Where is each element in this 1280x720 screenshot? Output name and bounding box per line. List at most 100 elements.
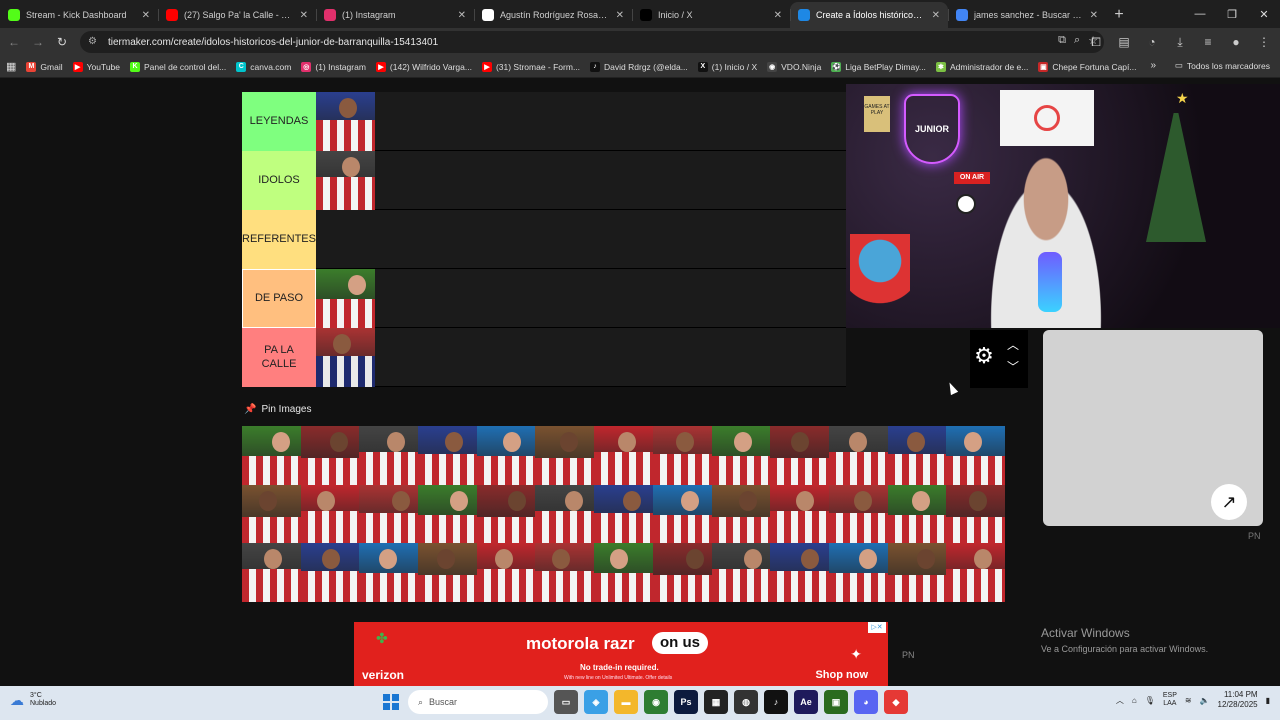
- tiktok-icon[interactable]: ♪: [764, 690, 788, 714]
- bookmark-item[interactable]: ◎ (1) Instagram: [301, 61, 366, 72]
- forward-icon[interactable]: →: [26, 30, 50, 54]
- tier-items[interactable]: [316, 92, 846, 151]
- obs-icon[interactable]: ▦: [704, 690, 728, 714]
- bookmark-item[interactable]: ♪ David Rdrgz (@elda...: [590, 61, 688, 72]
- new-tab-icon[interactable]: +: [1106, 2, 1132, 28]
- browser-tab[interactable]: james sanchez - Buscar con Go ✕: [948, 2, 1106, 28]
- player-image[interactable]: [652, 426, 712, 485]
- back-icon[interactable]: ←: [2, 30, 26, 54]
- tray-overflow-icon[interactable]: ︿: [1116, 695, 1124, 706]
- bookmark-item[interactable]: ▣ Chepe Fortuna Capí...: [1038, 61, 1136, 72]
- player-image[interactable]: [242, 426, 301, 485]
- media-icon[interactable]: ≡: [1196, 30, 1220, 54]
- file-explorer-icon[interactable]: ▬: [614, 690, 638, 714]
- photoshop-icon[interactable]: Ps: [674, 690, 698, 714]
- player-image[interactable]: [476, 543, 536, 603]
- task-view-icon[interactable]: ▭: [554, 690, 578, 714]
- player-image[interactable]: [946, 543, 1005, 603]
- player-image[interactable]: [946, 426, 1005, 485]
- player-image[interactable]: [300, 543, 360, 603]
- player-image[interactable]: [711, 543, 771, 603]
- all-bookmarks[interactable]: ▭ Todos los marcadores: [1175, 60, 1270, 71]
- player-image[interactable]: [652, 484, 712, 544]
- translate-icon[interactable]: ⧉: [1058, 34, 1066, 47]
- player-image[interactable]: [476, 426, 536, 485]
- ad-shop-now[interactable]: Shop now: [815, 669, 868, 681]
- player-image[interactable]: [828, 484, 888, 544]
- player-image[interactable]: [418, 426, 477, 485]
- player-image[interactable]: [359, 543, 419, 603]
- tier-items[interactable]: [316, 210, 846, 268]
- volume-icon[interactable]: 🔈: [1200, 696, 1210, 705]
- player-image[interactable]: [535, 426, 595, 485]
- taskbar-search[interactable]: ⌕ Buscar: [408, 690, 548, 714]
- brave-icon[interactable]: ◆: [884, 690, 908, 714]
- player-image[interactable]: [887, 543, 947, 603]
- maximize-icon[interactable]: ❐: [1216, 0, 1248, 28]
- player-image[interactable]: [300, 484, 360, 544]
- browser-tab[interactable]: (27) Salgo Pa' la Calle - YouTube ✕: [158, 2, 316, 28]
- weather-widget[interactable]: ☁ 3°C Nublado: [10, 692, 56, 709]
- player-image[interactable]: [316, 328, 375, 387]
- player-image[interactable]: [418, 543, 477, 603]
- gear-icon[interactable]: ⚙: [972, 344, 996, 368]
- network-icon[interactable]: ⌂: [1132, 696, 1137, 705]
- bookmark-item[interactable]: ✱ Administrador de e...: [935, 61, 1028, 72]
- browser-tab[interactable]: Stream - Kick Dashboard ✕: [0, 2, 158, 28]
- player-image[interactable]: [828, 426, 888, 485]
- bookmark-item[interactable]: Ccanva.com: [236, 61, 291, 72]
- player-image[interactable]: [316, 269, 375, 328]
- open-external-icon[interactable]: ↗: [1211, 484, 1247, 520]
- bookmark-item[interactable]: ▶ (142) Wilfrido Varga...: [375, 61, 472, 72]
- player-image[interactable]: [359, 426, 419, 485]
- discord-icon[interactable]: ◕: [854, 690, 878, 714]
- player-image[interactable]: [242, 543, 301, 603]
- bookmark-item[interactable]: X (1) Inicio / X: [697, 61, 757, 72]
- tier-label[interactable]: LEYENDAS: [242, 92, 316, 151]
- wifi-icon[interactable]: ≋: [1185, 696, 1192, 705]
- tier-label[interactable]: IDOLOS: [242, 151, 316, 210]
- browser-tab[interactable]: Inicio / X ✕: [632, 2, 790, 28]
- player-image[interactable]: [594, 484, 653, 544]
- close-window-icon[interactable]: ✕: [1248, 0, 1280, 28]
- extensions-icon[interactable]: ⧠: [1084, 30, 1108, 54]
- notifications-icon[interactable]: ▮: [1266, 696, 1270, 705]
- clock[interactable]: 11:04 PM 12/28/2025: [1218, 690, 1258, 711]
- close-tab-icon[interactable]: ✕: [1090, 10, 1098, 21]
- browser-tab[interactable]: (1) Instagram ✕: [316, 2, 474, 28]
- browser-tab[interactable]: Agustín Rodríguez Rosano - Wi ✕: [474, 2, 632, 28]
- player-image[interactable]: [359, 484, 419, 544]
- bookmarks-overflow-icon[interactable]: »: [1150, 60, 1156, 71]
- tier-label[interactable]: DE PASO: [242, 269, 316, 328]
- nvidia-icon[interactable]: ▣: [824, 690, 848, 714]
- close-tab-icon[interactable]: ✕: [774, 10, 782, 21]
- start-icon[interactable]: [380, 691, 402, 713]
- zoom-icon[interactable]: ⌕: [1074, 34, 1080, 47]
- player-image[interactable]: [887, 484, 947, 544]
- close-tab-icon[interactable]: ✕: [142, 10, 150, 21]
- app-icon[interactable]: ◍: [734, 690, 758, 714]
- player-image[interactable]: [828, 543, 888, 603]
- bookmark-item[interactable]: M Gmail: [26, 61, 63, 72]
- player-image[interactable]: [418, 484, 477, 544]
- tier-items[interactable]: [316, 328, 846, 387]
- language-indicator[interactable]: ESP LAA: [1163, 692, 1177, 709]
- close-tab-icon[interactable]: ✕: [616, 10, 624, 21]
- download-icon[interactable]: ⤓: [1168, 30, 1192, 54]
- bookmark-item[interactable]: K Panel de control del...: [130, 61, 226, 72]
- close-tab-icon[interactable]: ✕: [300, 10, 308, 21]
- close-tab-icon[interactable]: ✕: [458, 10, 466, 21]
- player-image[interactable]: [316, 92, 375, 151]
- ad-choices-icon[interactable]: ▷✕: [868, 622, 886, 633]
- player-image[interactable]: [711, 426, 771, 485]
- player-image[interactable]: [946, 484, 1005, 544]
- reload-icon[interactable]: ↻: [50, 30, 74, 54]
- player-image[interactable]: [300, 426, 360, 485]
- tier-label[interactable]: REFERENTES: [242, 210, 316, 269]
- bookmark-item[interactable]: ◉ VDO.Ninja: [767, 61, 821, 72]
- address-bar[interactable]: ⚙ tiermaker.com/create/idolos-historicos…: [80, 31, 1104, 53]
- tier-items[interactable]: [316, 269, 846, 328]
- mic-icon[interactable]: 🎙: [1145, 696, 1155, 705]
- player-image[interactable]: [535, 484, 595, 544]
- player-image[interactable]: [594, 426, 653, 485]
